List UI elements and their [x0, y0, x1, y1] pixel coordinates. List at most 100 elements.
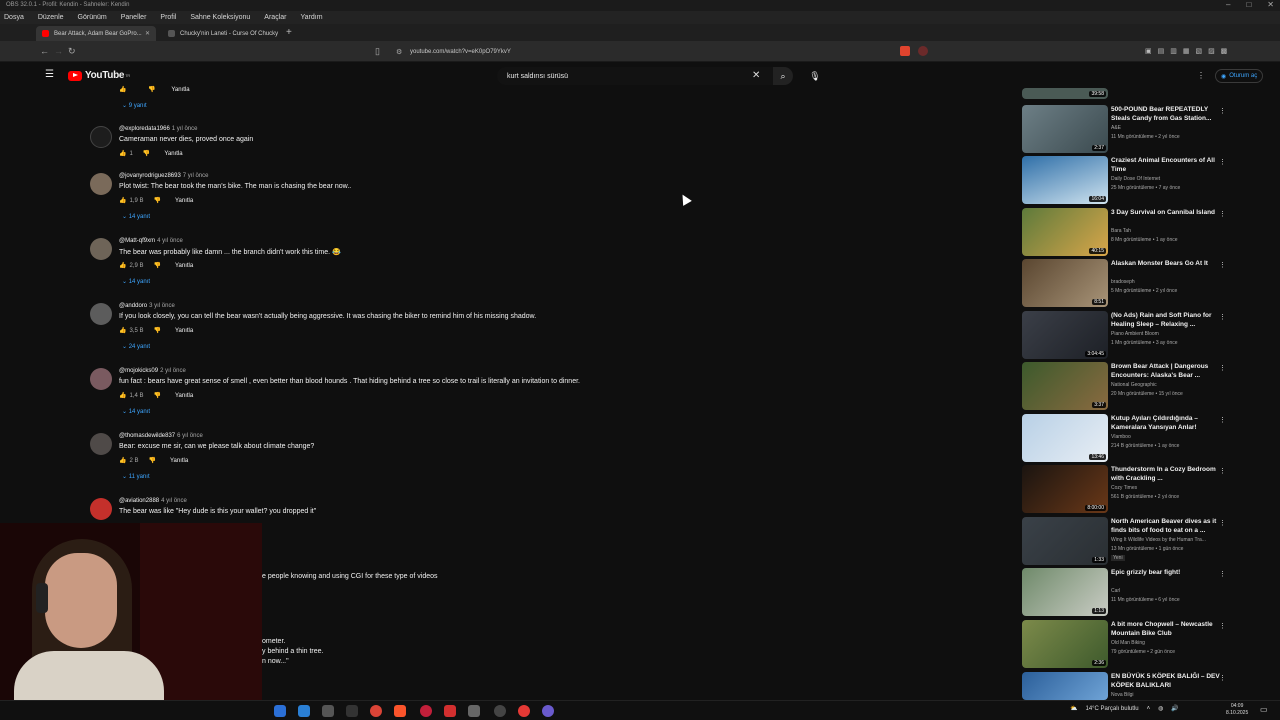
reply-button[interactable]: Yanıtla [175, 328, 193, 334]
channel-name[interactable]: Carl [1111, 588, 1120, 594]
comment-time[interactable]: 7 yıl önce [183, 173, 209, 179]
comment-author[interactable]: @Matt-qf9xm [119, 238, 155, 244]
comment-time[interactable]: 4 yıl önce [161, 498, 187, 504]
new-tab-icon[interactable]: + [286, 27, 292, 38]
reply-button[interactable]: Yanıtla [175, 263, 193, 269]
avatar[interactable] [90, 238, 112, 260]
more-actions-icon[interactable]: ⋮ [1219, 622, 1226, 630]
menu-scene-collection[interactable]: Sahne Koleksiyonu [190, 14, 250, 21]
video-thumbnail[interactable]: 8:51 [1022, 259, 1108, 307]
video-title[interactable]: 3 Day Survival on Cannibal Island [1111, 208, 1223, 217]
network-icon[interactable]: ◍ [1158, 705, 1163, 712]
volume-icon[interactable]: 🔊 [1171, 705, 1178, 712]
like-icon[interactable]: 👍 [119, 457, 126, 464]
avatar[interactable] [90, 303, 112, 325]
comment-author[interactable]: @jovanyrodriguez8693 [119, 173, 181, 179]
menu-profile[interactable]: Profil [160, 14, 176, 21]
browser-tab-active[interactable]: Bear Attack, Adam Bear GoPro... ✕ [36, 26, 156, 41]
menu-help[interactable]: Yardım [300, 14, 322, 21]
task-view-icon[interactable] [322, 705, 334, 717]
comment-time[interactable]: 3 yıl önce [149, 303, 175, 309]
video-title[interactable]: A bit more Chopwell – Newcastle Mountain… [1111, 620, 1223, 638]
avatar[interactable] [90, 126, 112, 148]
dislike-icon[interactable]: 👎 [143, 150, 150, 157]
more-actions-icon[interactable]: ⋮ [1219, 261, 1226, 269]
avatar[interactable] [90, 368, 112, 390]
like-icon[interactable]: 👍 [119, 327, 126, 334]
brave-shield-icon[interactable] [900, 46, 910, 56]
search-input[interactable]: kurt saldırısı sürüsü [497, 67, 773, 85]
menu-hamburger-icon[interactable]: ☰ [45, 69, 54, 80]
video-title[interactable]: Kutup Ayıları Çıldırdığında – Kameralara… [1111, 414, 1223, 432]
video-thumbnail[interactable] [1022, 672, 1108, 700]
brave-icon[interactable] [394, 705, 406, 717]
sign-in-button[interactable]: ◉ Oturum aç [1215, 69, 1264, 83]
settings-kebab-icon[interactable]: ⋮ [1197, 71, 1205, 80]
close-icon[interactable]: ✕ [1267, 0, 1274, 9]
chrome-icon[interactable] [370, 705, 382, 717]
video-thumbnail[interactable]: 2:36 [1022, 620, 1108, 668]
dislike-icon[interactable]: 👎 [154, 197, 161, 204]
outlook-icon[interactable] [298, 705, 310, 717]
tray-chevron-icon[interactable]: ˄ [1147, 706, 1151, 712]
app-icon[interactable] [518, 705, 530, 717]
video-title[interactable]: (No Ads) Rain and Soft Piano for Healing… [1111, 311, 1223, 329]
video-title[interactable]: 500-POUND Bear REPEATEDLY Steals Candy f… [1111, 105, 1223, 123]
video-thumbnail[interactable]: 16:04 [1022, 156, 1108, 204]
video-thumbnail[interactable]: 3:37 [1022, 362, 1108, 410]
browser-tab[interactable]: Chucky'nin Laneti - Curse Of Chucky [162, 26, 282, 41]
menu-edit[interactable]: Düzenle [38, 14, 64, 21]
voice-search-button[interactable]: 🎙 [806, 67, 824, 85]
video-title[interactable]: Epic grizzly bear fight! [1111, 568, 1223, 577]
minimize-icon[interactable]: – [1226, 0, 1230, 9]
video-title[interactable]: Thunderstorm In a Cozy Bedroom with Crac… [1111, 465, 1223, 483]
channel-name[interactable]: Nova Bilgi [1111, 692, 1134, 698]
like-icon[interactable]: 👍 [119, 87, 126, 93]
dislike-icon[interactable]: 👎 [149, 457, 156, 464]
comment-time[interactable]: 6 yıl önce [177, 433, 203, 439]
channel-name[interactable]: National Geographic [1111, 382, 1157, 388]
dislike-icon[interactable]: 👎 [154, 327, 161, 334]
more-actions-icon[interactable]: ⋮ [1219, 519, 1226, 527]
video-thumbnail[interactable]: 3:04:45 [1022, 311, 1108, 359]
clear-search-icon[interactable]: ✕ [752, 70, 760, 81]
video-thumbnail[interactable]: 2:37 [1022, 105, 1108, 153]
more-actions-icon[interactable]: ⋮ [1219, 107, 1226, 115]
weather-icon[interactable]: ⛅ [1070, 705, 1077, 712]
replies-toggle[interactable]: ⌄ 24 yanıt [122, 343, 150, 350]
reply-button[interactable]: Yanıtla [170, 458, 188, 464]
like-icon[interactable]: 👍 [119, 197, 126, 204]
youtube-logo[interactable]: YouTube TR [68, 70, 130, 81]
video-thumbnail[interactable]: 13:46 [1022, 414, 1108, 462]
video-title[interactable]: EN BÜYÜK 5 KÖPEK BALIĞI – DEV KÖPEK BALI… [1111, 672, 1223, 690]
comment-time[interactable]: 2 yıl önce [160, 368, 186, 374]
video-card[interactable]: 2:37 500-POUND Bear REPEATEDLY Steals Ca… [1022, 105, 1232, 155]
like-icon[interactable]: 👍 [119, 150, 126, 157]
maximize-icon[interactable]: □ [1246, 0, 1251, 9]
channel-name[interactable]: A&E [1111, 125, 1121, 131]
video-card[interactable]: EN BÜYÜK 5 KÖPEK BALIĞI – DEV KÖPEK BALI… [1022, 672, 1232, 700]
replies-toggle[interactable]: ⌄ 9 yanıt [122, 102, 147, 109]
notifications-icon[interactable]: ▭ [1260, 705, 1268, 714]
more-actions-icon[interactable]: ⋮ [1219, 416, 1226, 424]
video-card[interactable]: 40:15 3 Day Survival on Cannibal Island … [1022, 208, 1232, 258]
more-actions-icon[interactable]: ⋮ [1219, 364, 1226, 372]
replies-toggle[interactable]: ⌄ 11 yanıt [122, 473, 150, 480]
comment-time[interactable]: 1 yıl önce [172, 126, 198, 132]
replies-toggle[interactable]: ⌄ 14 yanıt [122, 213, 150, 220]
video-thumbnail[interactable]: 39:58 [1022, 88, 1108, 99]
avatar[interactable] [90, 498, 112, 520]
back-icon[interactable]: ← [40, 46, 49, 56]
video-card[interactable]: 3:04:45 (No Ads) Rain and Soft Piano for… [1022, 311, 1232, 361]
comment-author[interactable]: @aviation2888 [119, 498, 159, 504]
channel-name[interactable]: Old Man Biking [1111, 640, 1145, 646]
brave-rewards-icon[interactable] [918, 46, 928, 56]
video-thumbnail[interactable]: 8:00:00 [1022, 465, 1108, 513]
video-card[interactable]: 2:36 A bit more Chopwell – Newcastle Mou… [1022, 620, 1232, 670]
video-card[interactable]: 1:13 Epic grizzly bear fight! Carl 11 Mn… [1022, 568, 1232, 618]
channel-name[interactable]: Piano Ambient Bloom [1111, 331, 1159, 337]
avatar[interactable] [90, 173, 112, 195]
dislike-icon[interactable]: 👎 [154, 262, 161, 269]
video-card[interactable]: 3:37 Brown Bear Attack | Dangerous Encou… [1022, 362, 1232, 412]
forward-icon[interactable]: → [54, 46, 63, 56]
